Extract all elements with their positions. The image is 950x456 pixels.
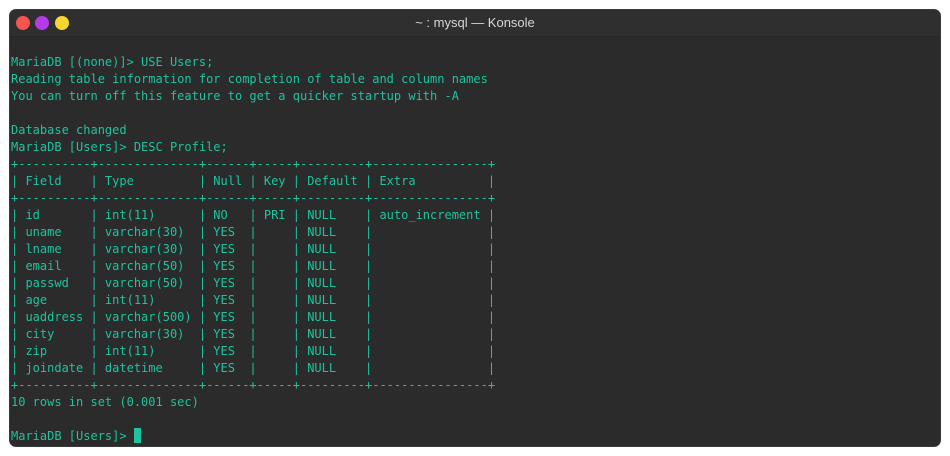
- terminal-output[interactable]: MariaDB [(none)]> USE Users; Reading tab…: [11, 37, 940, 446]
- table-row: | lname | varchar(30) | YES | | NULL | |: [11, 242, 496, 256]
- table-row: | joindate | datetime | YES | | NULL | |: [11, 361, 496, 375]
- prompt-text: MariaDB [Users]>: [11, 429, 127, 443]
- table-row: | id | int(11) | NO | PRI | NULL | auto_…: [11, 208, 496, 222]
- terminal-line: MariaDB [(none)]> USE Users;: [11, 55, 214, 69]
- table-border: +----------+--------------+------+-----+…: [11, 378, 496, 392]
- terminal-line: You can turn off this feature to get a q…: [11, 89, 459, 103]
- table-row: | passwd | varchar(50) | YES | | NULL | …: [11, 276, 496, 290]
- terminal-line: [11, 105, 940, 122]
- terminal-line: Database changed: [11, 123, 127, 137]
- table-border: +----------+--------------+------+-----+…: [11, 157, 496, 171]
- terminal-line: Reading table information for completion…: [11, 72, 488, 86]
- terminal-line: MariaDB [Users]> DESC Profile;: [11, 140, 228, 154]
- terminal-line: [11, 37, 940, 54]
- cursor-block: [133, 428, 141, 443]
- table-border: +----------+--------------+------+-----+…: [11, 191, 496, 205]
- result-summary: 10 rows in set (0.001 sec): [11, 395, 199, 409]
- terminal-line: [11, 411, 940, 428]
- table-header-row: | Field | Type | Null | Key | Default | …: [11, 174, 496, 188]
- konsole-window: ~ : mysql — Konsole MariaDB [(none)]> US…: [10, 10, 940, 446]
- table-row: | email | varchar(50) | YES | | NULL | |: [11, 259, 496, 273]
- table-row: | age | int(11) | YES | | NULL | |: [11, 293, 496, 307]
- table-row: | city | varchar(30) | YES | | NULL | |: [11, 327, 496, 341]
- table-row: | uaddress | varchar(500) | YES | | NULL…: [11, 310, 496, 324]
- table-row: | uname | varchar(30) | YES | | NULL | |: [11, 225, 496, 239]
- window-title: ~ : mysql — Konsole: [415, 15, 535, 30]
- title-bar[interactable]: ~ : mysql — Konsole: [10, 10, 940, 37]
- table-row: | zip | int(11) | YES | | NULL | |: [11, 344, 496, 358]
- prompt-line[interactable]: MariaDB [Users]>: [11, 428, 940, 445]
